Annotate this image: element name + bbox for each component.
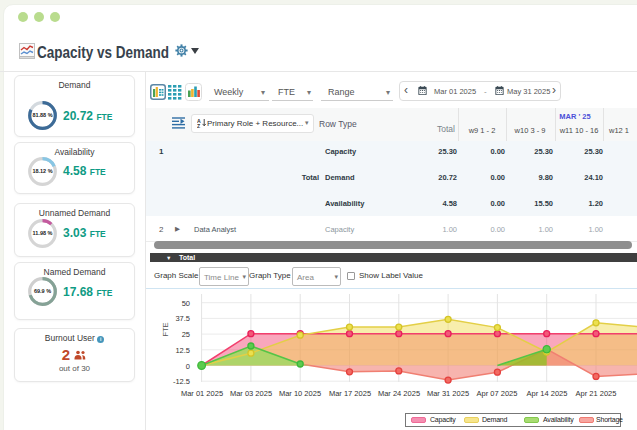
svg-text:Z: Z [197, 123, 201, 128]
